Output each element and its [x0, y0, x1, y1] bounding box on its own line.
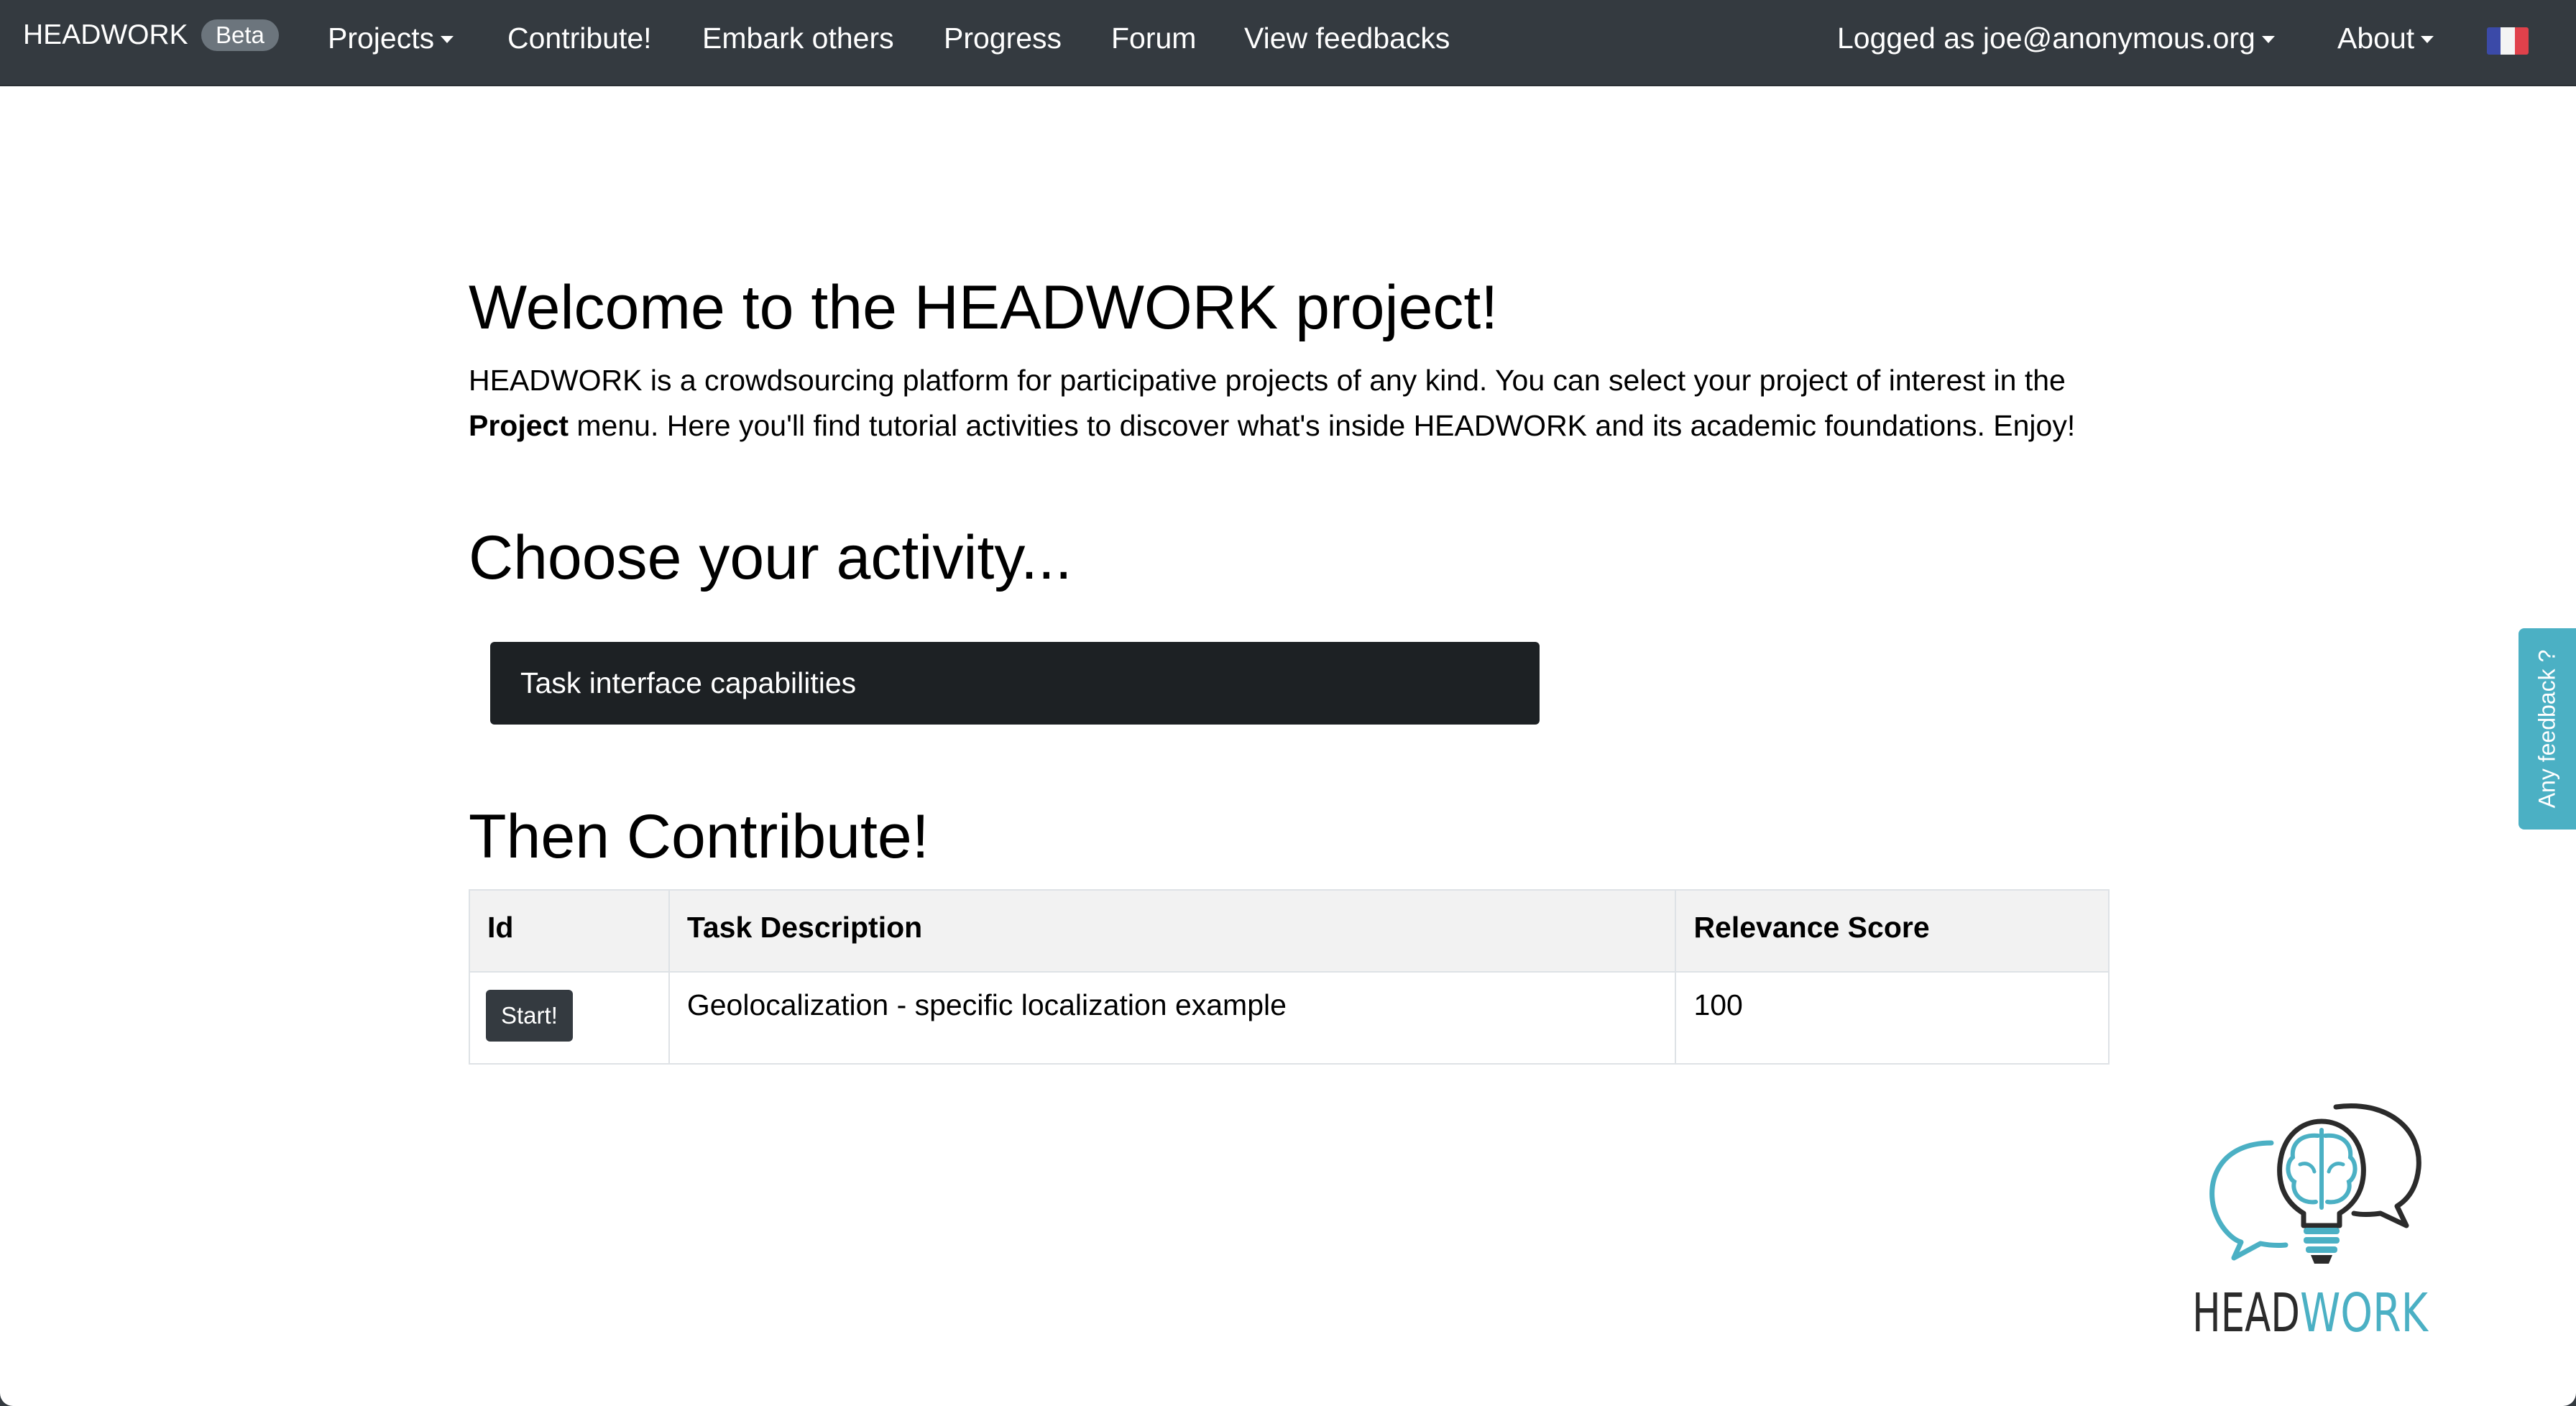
headwork-logo: HEAD WORK — [2192, 1103, 2429, 1337]
intro-text-end: menu. Here you'll find tutorial activiti… — [569, 409, 2076, 442]
nav-contribute[interactable]: Contribute! — [507, 20, 652, 56]
tasks-table: Id Task Description Relevance Score Star… — [469, 889, 2110, 1065]
intro-text-start: HEADWORK is a crowdsourcing platform for… — [469, 364, 2066, 397]
feedback-tab-label: Any feedback ? — [2534, 649, 2560, 809]
feedback-tab-button[interactable]: Any feedback ? — [2518, 628, 2576, 830]
activity-heading: Choose your activity... — [469, 523, 1072, 592]
french-flag-icon[interactable] — [2487, 27, 2529, 55]
nav-projects-label: Projects — [328, 22, 435, 55]
column-header-relevance: Relevance Score — [1675, 889, 2110, 973]
table-header-row: Id Task Description Relevance Score — [469, 889, 2110, 973]
logo-text-head: HEAD — [2192, 1282, 2300, 1337]
user-menu-dropdown[interactable]: Logged as joe@anonymous.org — [1837, 20, 2275, 56]
column-header-description: Task Description — [668, 889, 1677, 973]
task-interface-capabilities-button[interactable]: Task interface capabilities — [490, 642, 1540, 725]
top-navbar: HEADWORK Beta Projects Contribute! Embar… — [0, 0, 2576, 86]
caret-down-icon — [2421, 36, 2434, 43]
nav-view-feedbacks[interactable]: View feedbacks — [1244, 20, 1450, 56]
table-cell-id: Start! — [469, 971, 670, 1065]
table-row: Start! Geolocalization - specific locali… — [469, 971, 2110, 1065]
nav-embark-others[interactable]: Embark others — [702, 20, 894, 56]
page: HEADWORK Beta Projects Contribute! Embar… — [0, 0, 2576, 1406]
logo-text-work: WORK — [2300, 1282, 2429, 1337]
nav-forum[interactable]: Forum — [1111, 20, 1196, 56]
page-title: Welcome to the HEADWORK project! — [469, 273, 1499, 342]
intro-project-bold: Project — [469, 409, 569, 442]
intro-paragraph: HEADWORK is a crowdsourcing platform for… — [469, 358, 2122, 449]
start-task-button[interactable]: Start! — [486, 990, 573, 1042]
table-cell-score: 100 — [1675, 971, 2110, 1065]
nav-progress[interactable]: Progress — [944, 20, 1062, 56]
about-label: About — [2337, 22, 2415, 55]
lightbulb-brain-chat-icon — [2209, 1103, 2421, 1264]
nav-projects-dropdown[interactable]: Projects — [328, 20, 454, 56]
user-menu-label: Logged as joe@anonymous.org — [1837, 22, 2255, 55]
caret-down-icon — [2261, 36, 2275, 43]
about-dropdown[interactable]: About — [2337, 20, 2434, 56]
table-cell-description: Geolocalization - specific localization … — [668, 971, 1677, 1065]
column-header-id: Id — [469, 889, 670, 973]
contribute-heading: Then Contribute! — [469, 802, 929, 871]
caret-down-icon — [441, 36, 454, 43]
beta-badge: Beta — [201, 19, 279, 51]
brand-link[interactable]: HEADWORK — [23, 17, 188, 53]
